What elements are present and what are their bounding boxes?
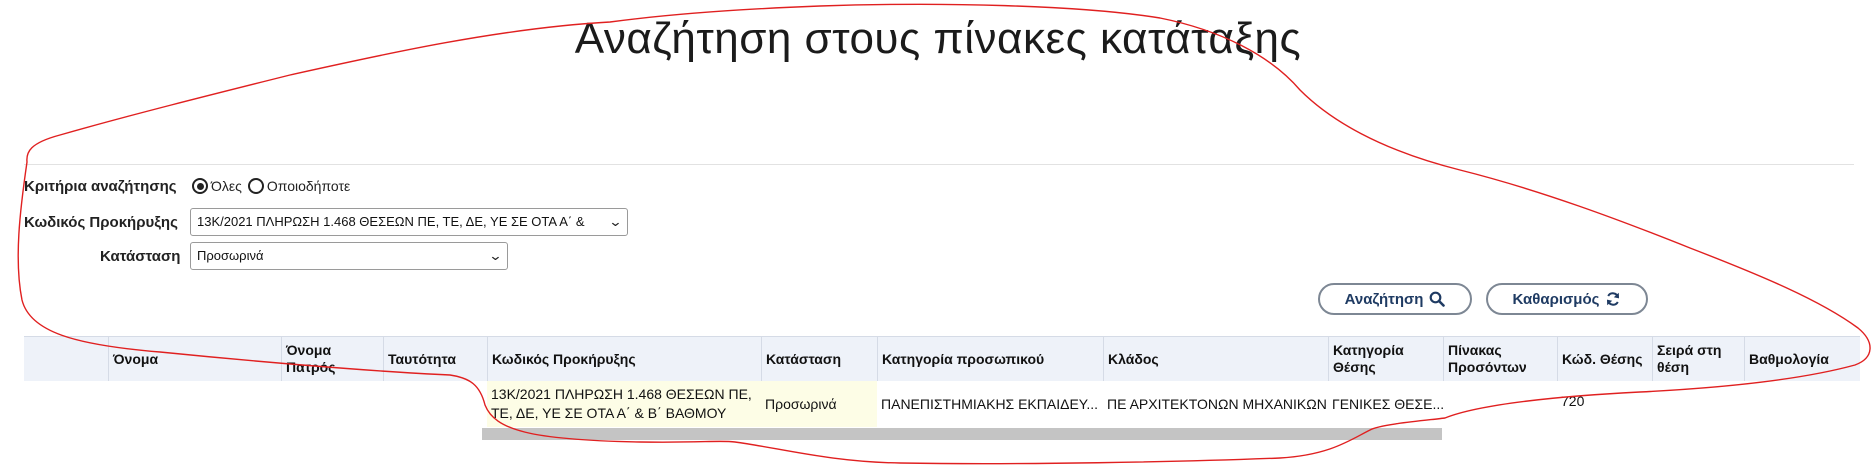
horizontal-scrollbar[interactable] <box>482 428 1442 440</box>
cell-qualifications <box>1443 381 1557 427</box>
refresh-icon <box>1607 292 1620 306</box>
page-title: Αναζήτηση στους πίνακες κατάταξης <box>574 14 1302 63</box>
announcement-select-value: 13Κ/2021 ΠΛΗΡΩΣΗ 1.468 ΘΕΣΕΩΝ ΠΕ, ΤΕ, ΔΕ… <box>197 214 585 229</box>
column-header-announcement[interactable]: Κωδικός Προκήρυξης <box>487 337 761 381</box>
column-header-qualifications[interactable]: Πίνακας Προσόντων <box>1443 337 1557 381</box>
column-header-rank[interactable]: Σειρά στη θέση <box>1652 337 1744 381</box>
cell-id <box>383 381 487 427</box>
cell-status: Προσωρινά <box>761 381 877 427</box>
column-header-position-code[interactable]: Κώδ. Θέσης <box>1557 337 1652 381</box>
criteria-row: Κριτήρια αναζήτησης Όλες Οποιοδήποτε <box>24 174 356 198</box>
column-header-status[interactable]: Κατάσταση <box>761 337 877 381</box>
radio-any-label: Οποιοδήποτε <box>266 178 351 194</box>
cell-father <box>281 381 383 427</box>
divider <box>24 164 1854 165</box>
column-header-branch[interactable]: Κλάδος <box>1103 337 1328 381</box>
radio-all-label: Όλες <box>211 178 242 194</box>
radio-any[interactable] <box>247 178 264 194</box>
cell-announcement: 13Κ/2021 ΠΛΗΡΩΣΗ 1.468 ΘΕΣΕΩΝ ΠΕ, ΤΕ, ΔΕ… <box>487 381 761 427</box>
cell-staff-category: ΠΑΝΕΠΙΣΤΗΜΙΑΚΗΣ ΕΚΠΑΙΔΕΥ... <box>881 395 1099 412</box>
column-header-staff-category[interactable]: Κατηγορία προσωπικού <box>877 337 1103 381</box>
announcement-select[interactable]: 13Κ/2021 ΠΛΗΡΩΣΗ 1.468 ΘΕΣΕΩΝ ΠΕ, ΤΕ, ΔΕ… <box>190 208 628 236</box>
column-header-id[interactable]: Ταυτότητα <box>383 337 487 381</box>
search-button-label: Αναζήτηση <box>1344 290 1424 308</box>
results-table-header: Όνομα Όνομα Πατρός Ταυτότητα Κωδικός Προ… <box>24 336 1860 382</box>
column-header-name[interactable]: Όνομα <box>108 337 281 381</box>
cell-score <box>1744 381 1860 427</box>
announcement-label: Κωδικός Προκήρυξης <box>24 213 178 231</box>
status-select-value: Προσωρινά <box>197 248 264 263</box>
radio-all[interactable] <box>192 178 208 194</box>
column-header-score[interactable]: Βαθμολογία <box>1744 337 1860 381</box>
chevron-down-icon: ⌄ <box>608 214 623 229</box>
chevron-down-icon: ⌄ <box>488 248 503 263</box>
table-row[interactable]: 13Κ/2021 ΠΛΗΡΩΣΗ 1.468 ΘΕΣΕΩΝ ΠΕ, ΤΕ, ΔΕ… <box>24 381 1860 427</box>
cell-branch: ΠΕ ΑΡΧΙΤΕΚΤΟΝΩΝ ΜΗΧΑΝΙΚΩΝ <box>1107 395 1327 412</box>
cell-rank <box>1652 381 1744 427</box>
status-row: Κατάσταση <box>100 242 180 270</box>
clear-button[interactable]: Καθαρισμός <box>1486 283 1648 315</box>
announcement-row: Κωδικός Προκήρυξης <box>24 208 178 236</box>
cell-position-category: ΓΕΝΙΚΕΣ ΘΕΣΕ... <box>1332 395 1443 412</box>
search-button[interactable]: Αναζήτηση <box>1318 283 1472 315</box>
cell-name <box>108 381 281 427</box>
clear-button-label: Καθαρισμός <box>1512 290 1600 308</box>
search-icon <box>1430 291 1446 307</box>
status-label: Κατάσταση <box>100 247 181 265</box>
column-header-father[interactable]: Όνομα Πατρός <box>281 337 383 381</box>
status-select[interactable]: Προσωρινά ⌄ <box>190 242 508 270</box>
criteria-label: Κριτήρια αναζήτησης <box>24 177 177 195</box>
cell-position-code: 720 <box>1561 393 1585 409</box>
column-header-position-category[interactable]: Κατηγορία Θέσης <box>1328 337 1443 381</box>
